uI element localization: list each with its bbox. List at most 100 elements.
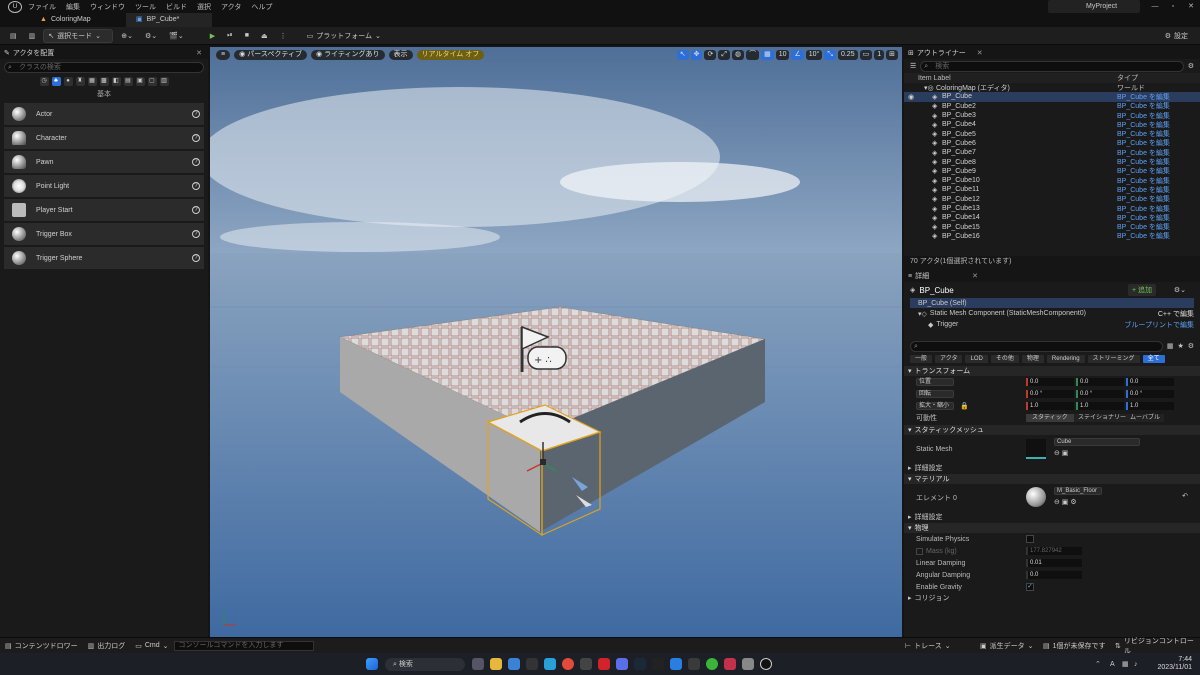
unreal-logo-icon[interactable]: U <box>8 0 22 13</box>
lighting-button[interactable]: ◉ ライティングあり <box>310 50 385 60</box>
component-trigger-row[interactable]: ◆ Trigger ブループリントで編集 <box>904 319 1200 330</box>
viewport-menu-button[interactable]: ≡ <box>216 50 231 60</box>
menu-tools[interactable]: ツール <box>135 2 156 12</box>
windows-start-icon[interactable] <box>366 658 378 670</box>
select-tool-icon[interactable]: ↖ <box>676 50 689 60</box>
browse-icon[interactable]: ⊖ ▣ <box>1054 449 1068 457</box>
light-icon[interactable]: ● <box>63 77 73 86</box>
outliner-row[interactable]: ◈ BP_Cube11 BP_Cube を編集 <box>904 185 1200 194</box>
viewport-scene[interactable]: + ∴ <box>210 47 902 637</box>
edit-cpp-link[interactable]: C++ で編集 <box>1158 309 1194 319</box>
geometry-icon[interactable]: ▣ <box>135 77 145 86</box>
app-icon[interactable] <box>598 658 610 670</box>
more-icon[interactable]: ⋮ <box>276 29 291 43</box>
actor-item-pawn[interactable]: Pawn? <box>4 151 204 173</box>
outliner-row[interactable]: ◈ BP_Cube3 BP_Cube を編集 <box>904 111 1200 120</box>
close-icon[interactable]: ✕ <box>972 272 978 280</box>
vscode-app-icon[interactable] <box>670 658 682 670</box>
outliner-row[interactable]: ◈ BP_Cube8 BP_Cube を編集 <box>904 157 1200 167</box>
column-header-type[interactable]: タイプ <box>1117 73 1138 83</box>
edit-blueprint-link[interactable]: ブループリントで編集 <box>1124 320 1194 330</box>
location-y-input[interactable]: 0.0 <box>1076 378 1124 386</box>
scale-y-input[interactable]: 1.0 <box>1076 402 1124 410</box>
mesh-thumbnail[interactable] <box>1026 439 1046 459</box>
filter-tab-rendering[interactable]: Rendering <box>1046 355 1085 363</box>
perspective-button[interactable]: ◉ パースペクティブ <box>234 50 307 60</box>
store-app-icon[interactable] <box>508 658 520 670</box>
scale-snap-value[interactable]: 0.25 <box>837 50 858 60</box>
actor-item-player-start[interactable]: Player Start? <box>4 199 204 221</box>
all-classes-icon[interactable]: ▤ <box>123 77 133 86</box>
maximize-button[interactable]: ▫ <box>1164 0 1182 13</box>
add-component-button[interactable]: + 追加 <box>1127 284 1156 296</box>
mobility-movable-button[interactable]: ムーバブル <box>1126 414 1164 422</box>
misc-icon[interactable]: ▥ <box>159 77 169 86</box>
outliner-row[interactable]: ◈ BP_Cube6 BP_Cube を編集 <box>904 139 1200 148</box>
gear-icon[interactable]: ⚙ <box>1188 342 1194 350</box>
rotation-y-input[interactable]: 0.0 ° <box>1076 390 1124 398</box>
explorer-app-icon[interactable] <box>490 658 502 670</box>
transform-section-header[interactable]: ▾ トランスフォーム <box>904 366 1200 376</box>
unreal-app-icon[interactable] <box>760 658 772 670</box>
shapes-icon[interactable]: ♜ <box>75 77 85 86</box>
rotation-dropdown[interactable]: 回転 <box>916 390 954 398</box>
steam-app-icon[interactable] <box>634 658 646 670</box>
move-tool-icon[interactable]: ✥ <box>690 50 703 60</box>
show-button[interactable]: 表示 <box>388 50 413 60</box>
reset-icon[interactable]: ↶ <box>1182 492 1188 500</box>
world-space-icon[interactable]: ◍ <box>731 50 745 60</box>
details-search-input[interactable]: ⌕ <box>910 340 1163 352</box>
close-icon[interactable]: ✕ <box>196 49 202 57</box>
lock-icon[interactable]: 🔒 <box>960 402 969 410</box>
mobility-stationary-button[interactable]: ステイショナリー <box>1074 414 1131 422</box>
advanced-row[interactable]: ▸ 詳細設定 <box>904 463 1200 473</box>
rotation-z-input[interactable]: 0.0 ° <box>1126 390 1174 398</box>
collision-section-header[interactable]: ▸ コリジョン <box>904 593 1200 603</box>
step-icon[interactable]: ⏯ <box>223 29 237 43</box>
close-button[interactable]: ✕ <box>1182 0 1200 13</box>
camera-speed-icon[interactable]: ▭ <box>859 50 873 60</box>
network-icon[interactable]: ▦ <box>1122 660 1129 668</box>
physics-section-header[interactable]: ▾ 物理 <box>904 523 1200 533</box>
mobility-static-button[interactable]: スタティック <box>1026 414 1074 422</box>
scale-dropdown[interactable]: 拡大・縮小 <box>916 402 954 410</box>
scale-snap-icon[interactable]: ⤡ <box>824 50 836 60</box>
menu-window[interactable]: ウィンドウ <box>90 2 125 12</box>
app-icon[interactable] <box>580 658 592 670</box>
outliner-row[interactable]: ◈ BP_Cube9 BP_Cube を編集 <box>904 167 1200 176</box>
outliner-row[interactable]: ◈ BP_Cube14 BP_Cube を編集 <box>904 213 1200 222</box>
help-icon[interactable]: ? <box>192 158 200 166</box>
column-header-label[interactable]: Item Label <box>918 75 951 82</box>
visual-icon[interactable]: ▩ <box>99 77 109 86</box>
outliner-row[interactable]: ◈ BP_Cube10 BP_Cube を編集 <box>904 176 1200 185</box>
grid-icon[interactable]: ▢ <box>147 77 157 86</box>
grid-snap-icon[interactable]: ▦ <box>761 50 774 60</box>
music-app-icon[interactable] <box>526 658 538 670</box>
tab-coloringmap[interactable]: ▲ ColoringMap <box>30 13 126 27</box>
chrome-app-icon[interactable] <box>562 658 574 670</box>
epic-app-icon[interactable] <box>652 658 664 670</box>
help-icon[interactable]: ? <box>192 230 200 238</box>
app-icon[interactable] <box>724 658 736 670</box>
tab-bp-cube[interactable]: ▣ BP_Cube* <box>126 13 212 27</box>
app-icon[interactable] <box>742 658 754 670</box>
help-icon[interactable]: ? <box>192 182 200 190</box>
camera-speed-value[interactable]: 1 <box>874 50 885 60</box>
simulate-checkbox[interactable] <box>1026 535 1034 543</box>
actor-item-character[interactable]: Character? <box>4 127 204 149</box>
unsaved-button[interactable]: ▤ 1個が未保存です <box>1038 641 1111 651</box>
settings-button[interactable]: ⚙ 設定 <box>1161 29 1192 43</box>
help-icon[interactable]: ? <box>192 134 200 142</box>
rotation-snap-value[interactable]: 10° <box>805 50 823 60</box>
material-thumbnail[interactable] <box>1026 487 1046 507</box>
app-icon[interactable] <box>688 658 700 670</box>
filter-tab-misc[interactable]: その他 <box>990 355 1019 363</box>
scale-tool-icon[interactable]: ⤢ <box>718 50 730 60</box>
content-icon[interactable]: ▥ <box>25 29 40 43</box>
blueprint-options-button[interactable]: ⚙⌄ <box>1174 286 1186 294</box>
actor-item-point-light[interactable]: Point Light? <box>4 175 204 197</box>
cmd-dropdown[interactable]: ▭ Cmd ⌄ <box>130 642 173 650</box>
outliner-row[interactable]: ◈ BP_Cube2 BP_Cube を編集 <box>904 102 1200 111</box>
mode-select-button[interactable]: ↖ 選択モード ⌄ <box>43 28 114 43</box>
mass-checkbox[interactable] <box>916 547 923 555</box>
